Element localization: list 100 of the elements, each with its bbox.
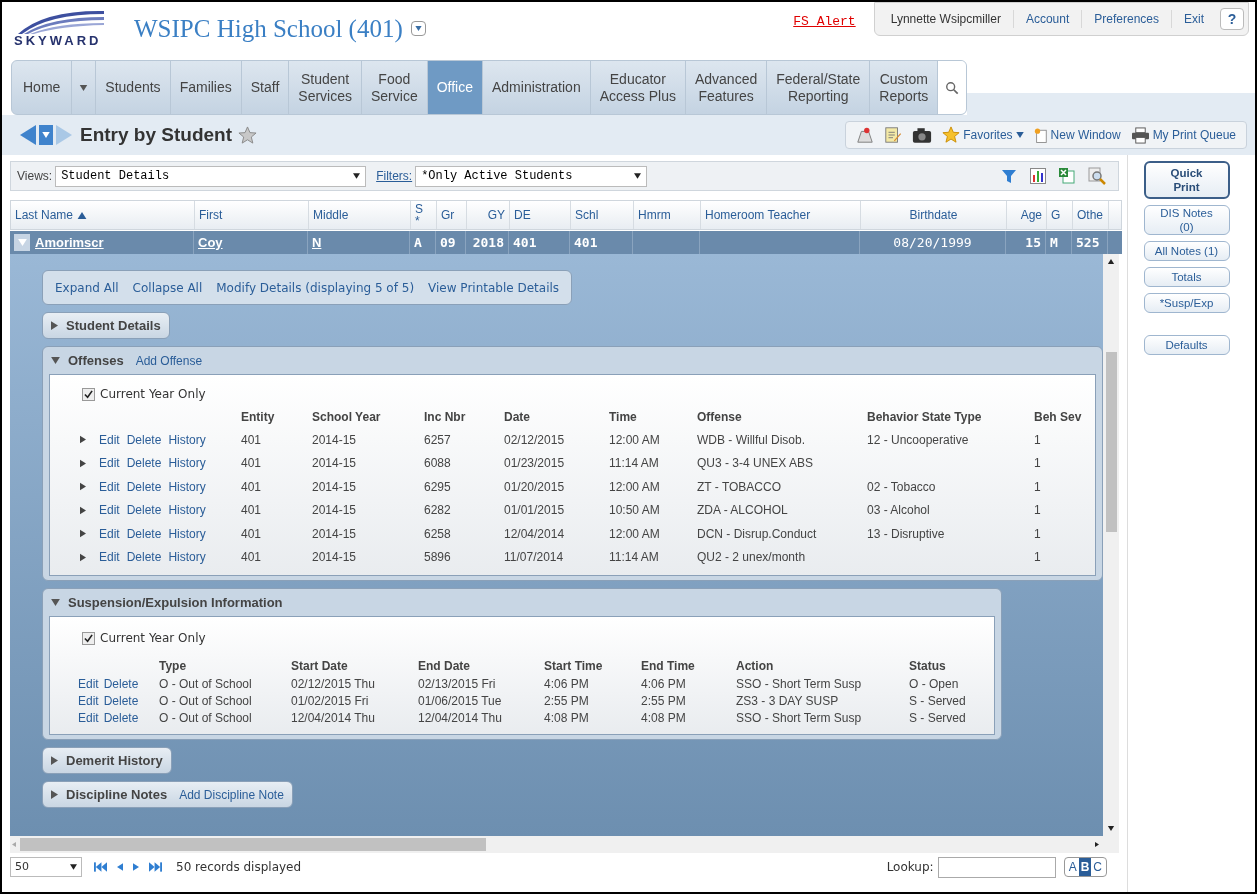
alphabet-button[interactable]: A B C [1063, 857, 1107, 877]
row-action-link[interactable]: Delete [103, 691, 139, 710]
row-action-link[interactable]: Edit [99, 501, 120, 520]
user-menu-link[interactable]: Exit [1171, 10, 1216, 28]
nav-tab[interactable]: Educator Access Plus [590, 61, 686, 114]
side-button[interactable]: All Notes (1) [1143, 241, 1230, 261]
section-header[interactable]: Student Details [42, 312, 170, 339]
row-action-link[interactable]: Edit [99, 477, 120, 496]
views-select[interactable]: Student Details [55, 165, 367, 187]
filter-icon[interactable] [1001, 168, 1017, 184]
lookup-field[interactable] [937, 856, 1056, 878]
row-action-link[interactable]: Edit [99, 454, 120, 473]
star-icon[interactable] [238, 125, 257, 145]
column-header[interactable]: Last Name [11, 201, 195, 229]
notepad-icon[interactable] [884, 126, 903, 144]
school-dropdown-button[interactable] [410, 21, 426, 37]
current-year-checkbox[interactable] [82, 387, 95, 401]
first-page-icon[interactable] [94, 862, 107, 872]
detail-link[interactable]: Collapse All [132, 278, 203, 297]
nav-tab[interactable]: Families [170, 61, 242, 114]
new-window-button[interactable]: New Window [1033, 126, 1121, 144]
row-action-link[interactable]: Edit [78, 708, 99, 727]
print-queue-button[interactable]: My Print Queue [1130, 126, 1236, 144]
nav-tab[interactable]: Students [96, 61, 171, 114]
section-header[interactable]: Demerit History [42, 747, 172, 774]
column-header[interactable]: DE [510, 201, 571, 229]
column-header[interactable]: Age [1007, 201, 1047, 229]
nav-tab[interactable]: Student Services [289, 61, 362, 114]
detail-link[interactable]: View Printable Details [428, 278, 560, 297]
horizontal-scrollbar[interactable] [10, 836, 1119, 853]
column-header[interactable]: S * [411, 201, 437, 229]
row-action-link[interactable]: Edit [99, 548, 120, 567]
section-header[interactable]: Discipline Notes Add Discipline Note [42, 781, 293, 808]
print-preview-icon[interactable] [1088, 167, 1106, 185]
column-header[interactable]: First [195, 201, 309, 229]
nav-tab[interactable]: Home [12, 61, 72, 114]
search-button[interactable] [938, 61, 967, 114]
row-action-link[interactable]: Delete [126, 454, 162, 473]
section-action-link[interactable]: Add Offense [135, 351, 203, 370]
row-action-link[interactable]: Edit [78, 691, 99, 710]
section-header[interactable]: Offenses Add Offense [43, 347, 1102, 374]
detail-link[interactable]: Modify Details (displaying 5 of 5) [216, 278, 415, 297]
row-action-link[interactable]: History [168, 548, 206, 567]
camera-icon[interactable] [912, 126, 933, 144]
scrollbar-thumb[interactable] [20, 838, 486, 851]
spreadsheet-icon[interactable] [1059, 168, 1075, 184]
row-action-link[interactable]: History [168, 477, 206, 496]
row-action-link[interactable]: Edit [99, 524, 120, 543]
column-header[interactable]: Middle [309, 201, 411, 229]
side-button[interactable]: DIS Notes (0) [1143, 205, 1230, 235]
bar-chart-icon[interactable] [1030, 168, 1046, 184]
row-action-link[interactable]: History [168, 454, 206, 473]
page-size-select[interactable]: 50 [10, 857, 82, 877]
row-action-link[interactable]: Delete [126, 430, 162, 449]
nav-tab[interactable]: Advanced Features [685, 61, 768, 114]
filters-select[interactable]: *Only Active Students [415, 165, 648, 187]
side-button[interactable]: Quick Print [1143, 161, 1230, 199]
row-toggle-button[interactable] [14, 234, 30, 251]
section-action-link[interactable]: Add Discipline Note [179, 785, 284, 804]
user-menu-link[interactable]: Account [1012, 10, 1082, 28]
row-action-link[interactable]: Delete [126, 477, 162, 496]
row-action-link[interactable]: Edit [78, 674, 99, 693]
column-header[interactable]: GY [467, 201, 510, 229]
side-button[interactable]: Defaults [1143, 335, 1230, 355]
nav-tab[interactable]: Staff [241, 61, 290, 114]
column-header[interactable]: Homeroom Teacher [701, 201, 861, 229]
alert-link[interactable]: FS Alert [793, 12, 856, 32]
row-action-link[interactable]: Delete [126, 501, 162, 520]
scrollbar-thumb[interactable] [1105, 352, 1117, 532]
row-action-link[interactable]: History [168, 501, 206, 520]
side-button[interactable]: Totals [1143, 267, 1230, 287]
favorites-button[interactable]: Favorites [942, 126, 1024, 144]
nav-tab[interactable]: Food Service [362, 61, 428, 114]
row-action-link[interactable]: Delete [103, 674, 139, 693]
nav-tab[interactable]: Federal/State Reporting [767, 61, 871, 114]
section-header[interactable]: Suspension/Expulsion Information [43, 589, 1001, 616]
filters-link[interactable]: Filters: [376, 167, 413, 185]
current-year-checkbox[interactable] [82, 631, 95, 645]
help-button[interactable]: ? [1220, 8, 1244, 30]
row-action-link[interactable]: Edit [99, 430, 120, 449]
row-action-link[interactable]: Delete [126, 524, 162, 543]
column-header[interactable]: G [1047, 201, 1073, 229]
last-page-icon[interactable] [149, 862, 162, 872]
user-menu-link[interactable]: Preferences [1081, 10, 1171, 28]
column-header[interactable]: Othe [1073, 201, 1109, 229]
row-action-link[interactable]: Delete [103, 708, 139, 727]
column-header[interactable]: Gr [437, 201, 467, 229]
column-header[interactable]: Birthdate [861, 201, 1007, 229]
column-header[interactable]: Hmrm [634, 201, 701, 229]
student-row[interactable]: Amorimscr Coy N A 09 2018 401 401 08/20/1999 15 M 525 [10, 231, 1122, 254]
detail-link[interactable]: Expand All [55, 278, 119, 297]
row-action-link[interactable]: History [168, 430, 206, 449]
vertical-scrollbar[interactable] [1103, 254, 1119, 836]
row-action-link[interactable]: Delete [126, 548, 162, 567]
column-header[interactable]: Schl [571, 201, 634, 229]
side-button[interactable]: *Susp/Exp [1143, 293, 1230, 313]
nav-tab[interactable]: Administration [483, 61, 591, 114]
row-action-link[interactable]: History [168, 524, 206, 543]
map-pin-icon[interactable] [856, 126, 875, 144]
history-dropdown-button[interactable] [39, 125, 53, 145]
